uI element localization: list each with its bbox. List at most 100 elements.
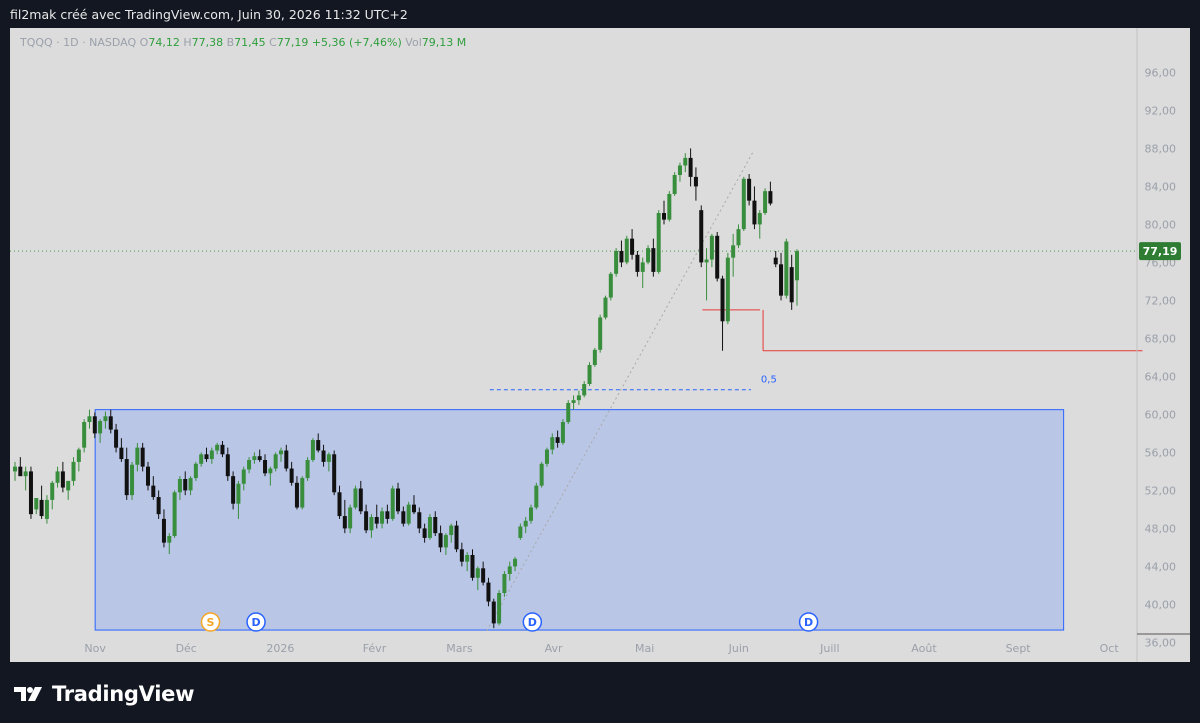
x-tick-label: Mai — [635, 642, 654, 655]
candle-body — [704, 259, 709, 263]
y-tick-label: 40,00 — [1145, 598, 1177, 611]
candle-body — [326, 454, 331, 462]
candle — [193, 461, 198, 481]
candle-body — [677, 165, 682, 175]
candle-body — [640, 262, 645, 272]
candle-body — [534, 485, 539, 508]
candle-body — [76, 449, 81, 462]
candle — [640, 257, 645, 289]
candle — [784, 238, 789, 299]
candle-body — [215, 444, 220, 451]
candle — [28, 466, 33, 519]
candle-body — [763, 191, 768, 213]
candle-body — [87, 416, 92, 422]
candle — [731, 233, 736, 277]
candle-body — [135, 447, 140, 465]
brand-logo[interactable]: TradingView — [14, 682, 194, 706]
candle-body — [289, 468, 294, 483]
split-marker-icon: S — [200, 612, 221, 632]
candle — [13, 461, 17, 481]
candle-body — [231, 476, 236, 504]
candle — [741, 176, 746, 232]
brand-name: TradingView — [52, 682, 195, 706]
candle-body — [332, 454, 337, 493]
candle-body — [486, 582, 491, 602]
y-tick-label: 88,00 — [1145, 142, 1177, 155]
candle-body — [124, 459, 129, 496]
high-label: H — [183, 36, 192, 49]
candle-body — [273, 454, 278, 469]
candle — [768, 181, 773, 206]
y-tick-label: 56,00 — [1145, 446, 1177, 459]
candle-body — [374, 517, 379, 524]
candle-body — [518, 526, 523, 538]
candle-body — [337, 492, 342, 517]
candle-body — [736, 229, 741, 246]
y-tick-label: 72,00 — [1145, 294, 1177, 307]
candle-body — [193, 463, 198, 479]
candle — [76, 447, 81, 472]
candle-body — [257, 456, 262, 460]
candle-body — [624, 238, 629, 263]
dividend-marker-icon: D — [798, 612, 819, 632]
candle — [497, 590, 502, 626]
x-tick-label: Nov — [84, 642, 106, 655]
candle-body — [475, 568, 480, 578]
candle — [44, 495, 49, 524]
candle — [656, 210, 661, 274]
candle-body — [438, 533, 443, 548]
candle-body — [396, 488, 401, 512]
candle-body — [268, 468, 273, 474]
candle-body — [709, 235, 714, 260]
candle-body — [358, 488, 363, 512]
candle-body — [523, 520, 528, 527]
candle-body — [300, 478, 305, 508]
candle-body — [491, 601, 496, 624]
y-tick-label: 44,00 — [1145, 560, 1177, 573]
last-price-value: 77,19 — [1143, 245, 1178, 258]
marker-label: D — [528, 616, 537, 629]
candle-body — [92, 416, 97, 434]
x-tick-label: Sept — [1006, 642, 1032, 655]
candle-body — [390, 488, 395, 519]
candle-body — [752, 200, 757, 225]
tradingview-logo-icon — [14, 687, 42, 701]
candle-body — [773, 257, 778, 265]
candle-body — [630, 238, 635, 255]
candle — [23, 466, 28, 491]
x-tick-label: Févr — [363, 642, 387, 655]
candle — [332, 450, 337, 496]
candle — [598, 314, 603, 353]
x-tick-label: 2026 — [266, 642, 294, 655]
dividend-marker-icon: D — [522, 612, 543, 632]
y-tick-label: 96,00 — [1145, 66, 1177, 79]
candle-body — [529, 507, 534, 521]
candle-body — [507, 566, 512, 574]
candle — [763, 188, 768, 215]
candle-body — [13, 466, 17, 472]
candle-body — [715, 235, 720, 279]
y-tick-label: 52,00 — [1145, 484, 1177, 497]
candle-body — [789, 267, 794, 303]
candle — [630, 229, 635, 260]
candle — [406, 501, 411, 526]
candle-body — [236, 483, 241, 504]
candle-body — [156, 497, 161, 515]
y-tick-label: 48,00 — [1145, 522, 1177, 535]
change-value: +5,36 (+7,46%) — [311, 36, 402, 49]
price-chart[interactable]: 0,5 96,0092,0088,0084,0080,0076,0072,006… — [0, 0, 1200, 723]
candle — [736, 224, 741, 249]
candle — [544, 447, 549, 467]
dividend-marker-icon: D — [246, 612, 266, 632]
candle — [130, 461, 135, 500]
candle-body — [353, 488, 358, 508]
fib-level-label: 0,5 — [761, 375, 777, 386]
candle — [172, 490, 177, 538]
candle — [614, 248, 619, 277]
candle-body — [401, 511, 406, 524]
candle — [534, 482, 539, 510]
candle — [624, 235, 629, 265]
candle-body — [731, 245, 736, 258]
candle-body — [667, 194, 672, 220]
candle-body — [71, 461, 76, 481]
